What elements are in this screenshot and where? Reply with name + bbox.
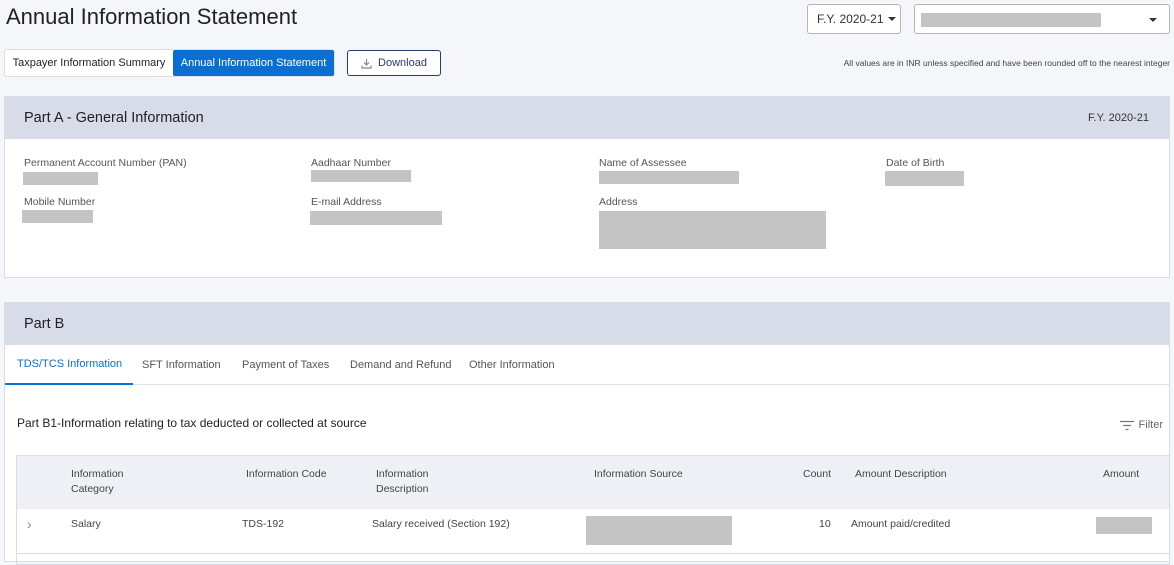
header-information-source: Information Source <box>594 468 683 480</box>
filter-button[interactable]: Filter <box>1119 419 1163 431</box>
dob-label: Date of Birth <box>886 157 945 169</box>
cell-category: Salary <box>71 518 101 530</box>
header-information-code: Information Code <box>246 468 327 480</box>
tds-table: Information Category Information Code In… <box>16 455 1170 565</box>
email-label: E-mail Address <box>311 196 382 208</box>
name-value <box>599 171 739 184</box>
part-b-tabs: TDS/TCS Information SFT Information Paym… <box>5 345 1169 385</box>
part-b-header: Part B <box>5 303 1169 345</box>
name-label: Name of Assessee <box>599 157 687 169</box>
cell-description: Salary received (Section 192) <box>372 518 510 530</box>
address-value <box>599 211 826 249</box>
part-a-card: Part A - General Information F.Y. 2020-2… <box>4 96 1170 278</box>
cell-amount-description: Amount paid/credited <box>851 518 951 530</box>
row-divider <box>17 553 1169 554</box>
tab-payment-of-taxes[interactable]: Payment of Taxes <box>242 345 329 385</box>
tab-other-information[interactable]: Other Information <box>469 345 555 385</box>
download-button[interactable]: Download <box>347 50 441 76</box>
fy-select-value: F.Y. 2020-21 <box>817 12 884 26</box>
header-information-description: Information Description <box>376 468 429 495</box>
aadhaar-label: Aadhaar Number <box>311 157 391 169</box>
address-label: Address <box>599 196 638 208</box>
filter-icon <box>1119 420 1134 430</box>
chevron-down-icon <box>887 17 896 21</box>
toggle-annual-information-statement[interactable]: Annual Information Statement <box>173 50 334 76</box>
dob-value <box>885 171 964 186</box>
header-amount-description: Amount Description <box>855 468 947 480</box>
email-value <box>310 211 442 225</box>
view-toggle: Taxpayer Information Summary Annual Info… <box>4 49 335 77</box>
table-header: Information Category Information Code In… <box>17 456 1169 509</box>
cell-count: 10 <box>819 518 831 530</box>
header-count: Count <box>803 468 832 480</box>
part-b-title: Part B <box>24 316 65 332</box>
header-amount: Amount <box>1103 468 1140 480</box>
part-b-card: Part B TDS/TCS Information SFT Informati… <box>4 302 1170 565</box>
cell-source <box>586 516 732 545</box>
part-a-fy: F.Y. 2020-21 <box>1088 112 1149 124</box>
download-icon <box>361 58 372 69</box>
toggle-taxpayer-information-summary[interactable]: Taxpayer Information Summary <box>5 50 173 76</box>
tab-sft-information[interactable]: SFT Information <box>142 345 221 385</box>
fy-select[interactable]: F.Y. 2020-21 <box>807 4 901 34</box>
user-select[interactable] <box>914 4 1170 34</box>
section-title: Part B1-Information relating to tax dedu… <box>17 416 367 430</box>
page-title: Annual Information Statement <box>6 4 298 29</box>
part-a-title: Part A - General Information <box>24 110 204 126</box>
tab-tds-tcs-information[interactable]: TDS/TCS Information <box>5 345 134 385</box>
download-label: Download <box>378 57 427 69</box>
pan-value <box>23 172 98 185</box>
cell-code: TDS-192 <box>242 518 285 530</box>
tab-demand-and-refund[interactable]: Demand and Refund <box>350 345 452 385</box>
expand-chevron-icon[interactable]: › <box>27 516 32 532</box>
aadhaar-value <box>311 170 411 182</box>
pan-label: Permanent Account Number (PAN) <box>24 157 187 169</box>
cell-amount <box>1096 517 1152 534</box>
part-a-header: Part A - General Information F.Y. 2020-2… <box>5 97 1169 139</box>
mobile-label: Mobile Number <box>24 196 96 208</box>
filter-label: Filter <box>1138 419 1163 431</box>
redacted-value <box>921 13 1101 27</box>
mobile-value <box>22 210 93 223</box>
chevron-down-icon <box>1149 18 1157 22</box>
header-information-category: Information Category <box>71 468 124 495</box>
currency-note: All values are in INR unless specified a… <box>843 58 1170 68</box>
